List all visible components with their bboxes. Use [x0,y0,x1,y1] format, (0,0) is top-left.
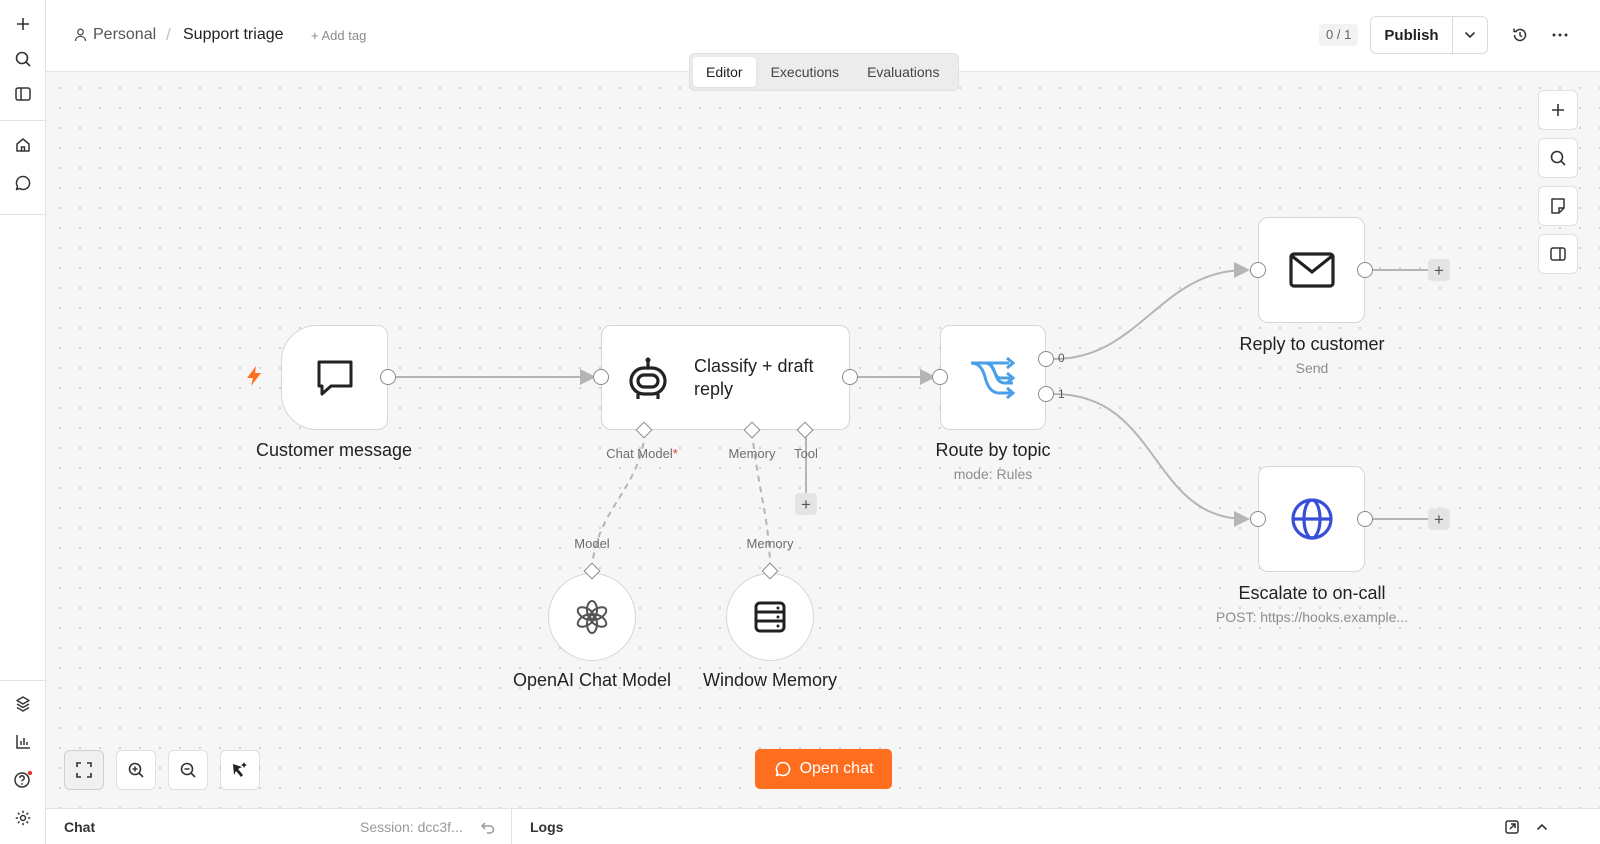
sidebar-toggle-icon[interactable] [11,82,35,106]
node-window-memory[interactable] [726,573,814,661]
tab-editor[interactable]: Editor [693,57,756,87]
left-rail [0,0,46,844]
node-label-escalate-to-on-call: Escalate to on-call [1238,583,1386,603]
tab-evaluations[interactable]: Evaluations [854,57,952,87]
escalate-output-handle[interactable] [1357,511,1373,527]
panel-toggle-icon[interactable] [1538,234,1578,274]
bottom-panel-bar: Chat Session: dcc3f... Logs [46,808,1600,844]
publish-button[interactable]: Publish [1371,17,1453,53]
tidy-up-icon[interactable] [220,750,260,790]
node-label-window-memory: Window Memory [702,670,838,690]
plus-icon[interactable] [11,12,35,36]
templates-icon[interactable] [11,692,35,716]
node-reply-to-customer[interactable] [1258,217,1365,323]
globe-icon [1290,498,1333,540]
node-label-route-by-topic: Route by topic [935,440,1051,460]
switch-branch-icon [970,356,1016,399]
notification-dot [27,770,33,776]
node-escalate-to-on-call[interactable] [1258,466,1365,572]
logs-panel-tab[interactable]: Logs [530,819,563,835]
tab-executions[interactable]: Executions [758,57,852,87]
search-nodes-icon[interactable] [1538,138,1578,178]
reply-input-handle[interactable] [1250,262,1266,278]
agent-output-handle[interactable] [842,369,858,385]
message-bubble-icon [317,360,352,395]
search-icon[interactable] [11,47,35,71]
node-sub-route-by-topic: mode: Rules [953,466,1033,482]
reset-session-icon[interactable] [480,819,496,835]
agent-input-handle[interactable] [593,369,609,385]
add-tag-button[interactable]: + Add tag [311,28,366,43]
add-after-escalate-button[interactable]: + [1428,508,1450,530]
open-chat-label: Open chat [799,760,874,777]
node-label-openai-chat-model: OpenAI Chat Model [512,670,672,690]
trigger-icon [245,365,263,392]
chevron-up-icon[interactable] [1533,818,1551,836]
pop-out-icon[interactable] [1503,818,1521,836]
port-label-tool: Tool [794,446,818,461]
zoom-toolbar [64,750,260,790]
add-after-reply-button[interactable]: + [1428,259,1450,281]
open-chat-button[interactable]: Open chat [755,749,892,789]
home-icon[interactable] [11,133,35,157]
port-label-memory: Memory [728,446,776,461]
breadcrumb-separator: / [166,25,171,44]
breadcrumb-project[interactable]: Personal [74,26,156,44]
required-marker: * [672,446,678,461]
sticky-note-icon[interactable] [1538,186,1578,226]
help-icon[interactable] [11,768,35,792]
node-classify-draft-reply[interactable]: Classify + draft reply [601,325,850,430]
node-openai-chat-model[interactable] [548,573,636,661]
node-customer-message[interactable] [281,325,388,430]
project-name: Personal [93,26,157,43]
reply-output-handle[interactable] [1357,262,1373,278]
database-icon [754,601,786,633]
router-input-handle[interactable] [932,369,948,385]
session-id: Session: dcc3f... [360,819,463,835]
port-label-chat-model: Chat Model* [606,446,678,461]
mail-icon [1288,252,1335,288]
add-node-icon[interactable] [1538,90,1578,130]
more-icon[interactable] [1549,24,1571,46]
node-sub-reply-to-customer: Send [1295,360,1329,376]
escalate-input-handle[interactable] [1250,511,1266,527]
node-label-classify-draft-reply: Classify + draft reply [694,355,814,399]
output-index-0: 0 [1058,351,1065,365]
port-label-memory-sub: Memory [746,536,794,551]
node-route-by-topic[interactable] [940,325,1046,430]
chevron-down-icon[interactable] [1453,17,1487,53]
settings-icon[interactable] [11,806,35,830]
fit-view-icon[interactable] [64,750,104,790]
router-output-0-handle[interactable] [1038,351,1054,367]
zoom-in-icon[interactable] [116,750,156,790]
node-label-reply-to-customer: Reply to customer [1239,334,1385,354]
publish-split-button: Publish [1370,16,1488,54]
active-counter: 0 / 1 [1319,24,1359,46]
robot-icon [629,357,667,399]
port-label-model: Model [574,536,610,551]
workflow-name[interactable]: Support triage [183,26,284,44]
openai-icon [576,600,608,634]
history-icon[interactable] [1509,24,1531,46]
user-icon [74,28,87,42]
output-index-1: 1 [1058,387,1065,401]
node-sub-escalate-to-on-call: POST: https://hooks.example... [1215,609,1409,625]
add-tool-button[interactable]: + [795,493,817,515]
zoom-out-icon[interactable] [168,750,208,790]
chat-bubble-icon [775,761,790,777]
router-output-1-handle[interactable] [1038,386,1054,402]
chat-panel-tab[interactable]: Chat [64,819,95,835]
canvas-right-toolbar [1538,90,1578,274]
insights-icon[interactable] [11,730,35,754]
trigger-output-handle[interactable] [380,369,396,385]
view-tabs: Editor Executions Evaluations [689,53,959,91]
chat-icon[interactable] [11,171,35,195]
node-label-customer-message: Customer message [255,440,413,460]
